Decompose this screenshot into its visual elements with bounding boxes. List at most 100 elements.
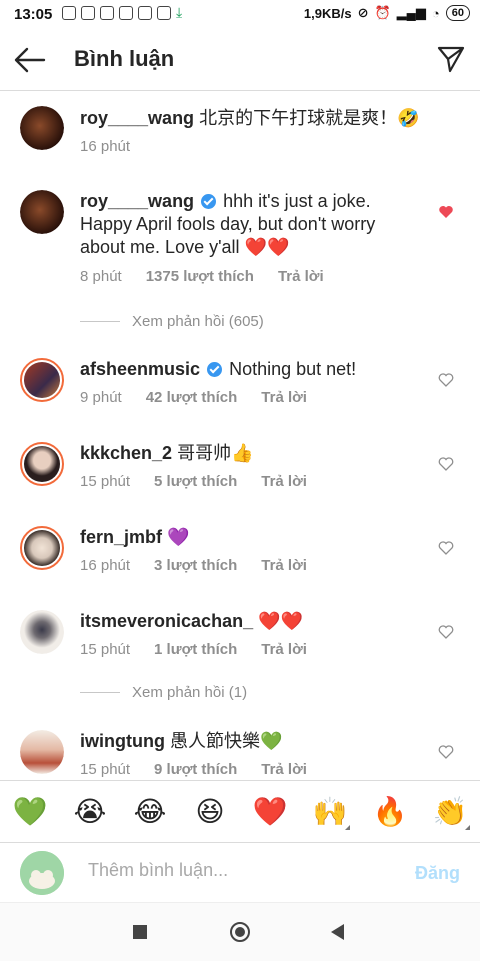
green-heart-emoji-button[interactable]: 💚 (10, 795, 50, 828)
zhihu-icon (119, 6, 133, 20)
back-arrow-icon[interactable] (14, 46, 46, 74)
comment-time: 16 phút (80, 557, 131, 574)
mail-icon (138, 6, 152, 20)
comment-meta: 15 phút 1 lượt thích Trả lời (80, 641, 307, 658)
status-time: 13:05 (14, 6, 53, 23)
direct-send-icon[interactable] (436, 44, 466, 74)
tears-of-joy-emoji-button[interactable]: 😂 (130, 795, 170, 828)
comment-meta: 8 phút 1375 lượt thích Trả lời (80, 268, 324, 285)
comment-meta: 9 phút 42 lượt thích Trả lời (80, 389, 307, 406)
grinning-squint-emoji-button[interactable]: 😆 (190, 795, 230, 828)
avatar[interactable] (20, 730, 64, 774)
heart-filled-icon[interactable] (438, 204, 454, 220)
reply-button[interactable]: Trả lời (261, 641, 307, 658)
comment-meta: 15 phút 9 lượt thích Trả lời (80, 761, 307, 778)
view-replies-button[interactable]: Xem phản hồi (1) (80, 684, 247, 701)
verified-badge-icon (201, 194, 217, 209)
comment-username[interactable]: fern_jmbf (80, 527, 162, 547)
comment-text: roy____wang 北京的下午打球就是爽！🤣 (80, 107, 425, 130)
red-heart-emoji-button[interactable]: ❤️ (250, 795, 290, 828)
comment-message: 愚人節快樂💚 (170, 731, 283, 751)
like-count[interactable]: 1375 lượt thích (146, 268, 254, 285)
home-circle-icon[interactable] (230, 922, 250, 942)
avatar-image (20, 106, 64, 150)
wifi-icon: ◔ (431, 5, 440, 21)
clapping-emoji: 👏 (432, 795, 468, 827)
avatar[interactable] (20, 526, 64, 570)
header: Bình luận (0, 30, 480, 91)
messenger-icon (100, 6, 114, 20)
comment-message: ❤️❤️ (258, 611, 303, 631)
avatar-image (20, 610, 64, 654)
status-right: 1,9KB/s ⊘ ⏰ ▂▄▆ ◔ 60 (304, 5, 470, 21)
crying-emoji-button[interactable]: 😭 (70, 795, 110, 828)
view-replies-button[interactable]: Xem phản hồi (605) (80, 313, 264, 330)
divider-line (80, 321, 120, 322)
skin-tone-indicator-icon (345, 824, 350, 830)
comment-input[interactable] (86, 859, 390, 882)
comment-username[interactable]: iwingtung (80, 731, 165, 751)
verified-badge-icon (207, 362, 223, 377)
recents-square-icon[interactable] (133, 925, 147, 939)
comment-time: 9 phút (80, 389, 122, 406)
weibo-icon (62, 6, 76, 20)
heart-outline-icon[interactable] (438, 372, 454, 388)
comment-meta: 15 phút 5 lượt thích Trả lời (80, 473, 307, 490)
avatar[interactable] (20, 442, 64, 486)
reply-button[interactable]: Trả lời (278, 268, 324, 285)
post-button[interactable]: Đăng (415, 863, 460, 884)
comment-text: iwingtung 愚人節快樂💚 (80, 730, 425, 753)
like-count[interactable]: 1 lượt thích (154, 641, 237, 658)
like-count[interactable]: 9 lượt thích (154, 761, 237, 778)
download-icon: ⤓ (176, 4, 183, 20)
comment-username[interactable]: roy____wang (80, 108, 194, 128)
battery-icon: 60 (445, 5, 470, 21)
comment-time: 15 phút (80, 761, 131, 778)
raising-hands-emoji-button[interactable]: 🙌 (310, 795, 350, 830)
like-count[interactable]: 42 lượt thích (146, 389, 238, 406)
comment-text: itsmeveronicachan_ ❤️❤️ (80, 610, 425, 633)
avatar-image (24, 362, 60, 398)
like-count[interactable]: 3 lượt thích (154, 557, 237, 574)
notification-icons: ⤓ (62, 4, 190, 20)
heart-outline-icon[interactable] (438, 744, 454, 760)
comment-text: kkkchen_2 哥哥帅👍 (80, 442, 425, 465)
comment-time: 8 phút (80, 268, 122, 285)
my-avatar (20, 851, 64, 895)
comment-time: 15 phút (80, 641, 131, 658)
reply-button[interactable]: Trả lời (261, 557, 307, 574)
comment-username[interactable]: roy____wang (80, 191, 194, 211)
comment-username[interactable]: itsmeveronicachan_ (80, 611, 253, 631)
clapping-emoji-button[interactable]: 👏 (430, 795, 470, 830)
comment-text: roy____wang hhh it's just a joke. Happy … (80, 190, 425, 259)
heart-outline-icon[interactable] (438, 456, 454, 472)
comment-meta: 16 phút (80, 138, 130, 155)
comment-time: 15 phút (80, 473, 131, 490)
avatar[interactable] (20, 106, 64, 150)
back-triangle-icon[interactable] (331, 924, 344, 940)
data-saver-icon: ⊘ (357, 5, 369, 20)
emoji-quick-bar: 💚 😭 😂 😆 ❤️ 🙌 🔥 👏 (0, 780, 480, 841)
heart-outline-icon[interactable] (438, 540, 454, 556)
reply-button[interactable]: Trả lời (261, 473, 307, 490)
comment-message: 北京的下午打球就是爽！🤣 (199, 108, 420, 128)
view-replies-label: Xem phản hồi (605) (132, 313, 264, 330)
like-count[interactable]: 5 lượt thích (154, 473, 237, 490)
comment-message: 哥哥帅👍 (177, 443, 254, 463)
fire-emoji-button[interactable]: 🔥 (370, 795, 410, 828)
heart-outline-icon[interactable] (438, 624, 454, 640)
avatar[interactable] (20, 190, 64, 234)
avatar-illustration-icon (20, 851, 64, 895)
comment-message: Nothing but net! (229, 359, 357, 379)
avatar[interactable] (20, 610, 64, 654)
comment-time: 16 phút (80, 138, 131, 155)
comment-meta: 16 phút 3 lượt thích Trả lời (80, 557, 307, 574)
comment-username[interactable]: kkkchen_2 (80, 443, 172, 463)
reply-button[interactable]: Trả lời (261, 389, 307, 406)
comment-text: afsheenmusic Nothing but net! (80, 358, 425, 381)
grid-icon (81, 6, 95, 20)
avatar[interactable] (20, 358, 64, 402)
android-nav-bar (0, 902, 480, 961)
reply-button[interactable]: Trả lời (261, 761, 307, 778)
comment-username[interactable]: afsheenmusic (80, 359, 200, 379)
